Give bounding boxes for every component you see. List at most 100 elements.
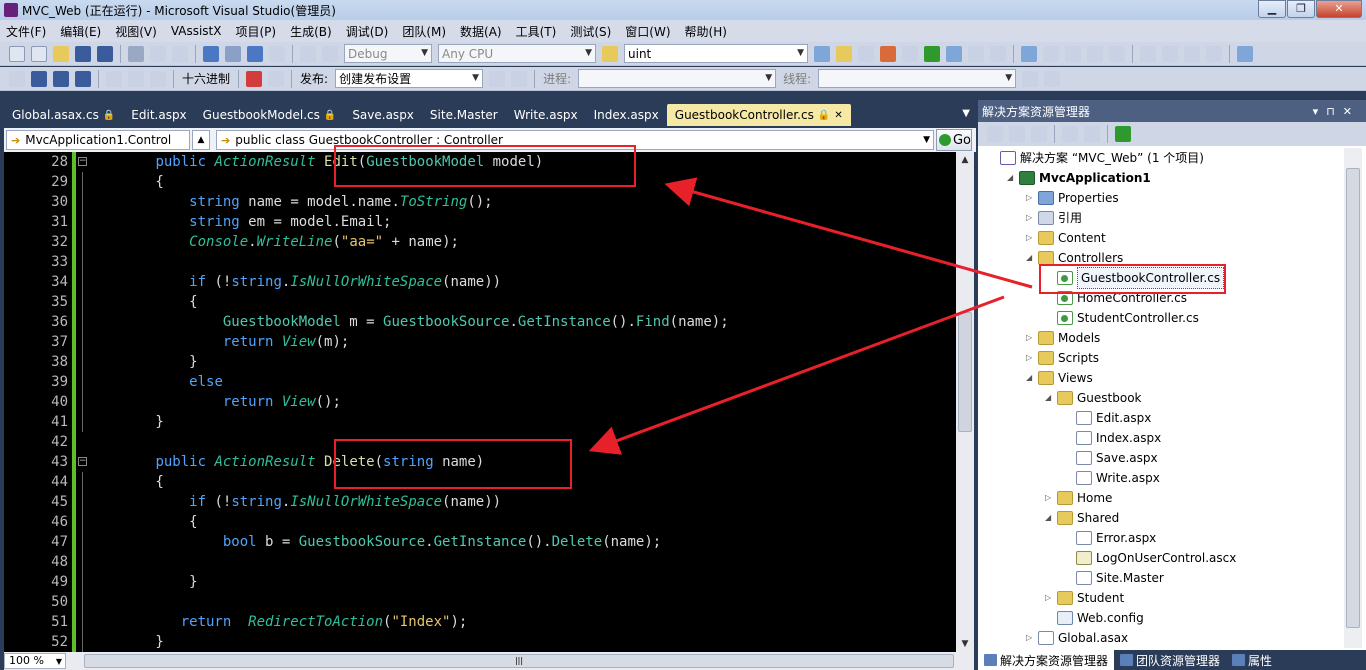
- scroll-thumb[interactable]: [958, 312, 972, 432]
- code-line[interactable]: {: [88, 512, 197, 532]
- collapse-icon[interactable]: −: [78, 457, 87, 466]
- step-icon[interactable]: [322, 45, 338, 62]
- code-line[interactable]: if (!string.IsNullOrWhiteSpace(name)): [88, 492, 501, 512]
- bookmark-icon[interactable]: [1184, 45, 1200, 62]
- break-all-icon[interactable]: [31, 70, 47, 87]
- menu-item-8[interactable]: 数据(A): [460, 23, 502, 40]
- find-combo[interactable]: uint ▼: [624, 44, 808, 63]
- collapsed-arrow-icon[interactable]: ▷: [1026, 208, 1038, 228]
- collapsed-arrow-icon[interactable]: ▷: [1045, 488, 1057, 508]
- tree-item[interactable]: Edit.aspx: [1064, 408, 1151, 428]
- code-line[interactable]: {: [88, 292, 197, 312]
- tree-item[interactable]: ◢ Views: [1026, 368, 1093, 388]
- code-line[interactable]: string em = model.Email;: [88, 212, 391, 232]
- code-line[interactable]: }: [88, 572, 197, 592]
- tree-item[interactable]: ▷ 引用: [1026, 208, 1082, 228]
- flag-thread-icon[interactable]: [1022, 70, 1039, 87]
- hex-button[interactable]: 十六进制: [182, 70, 230, 87]
- tree-item[interactable]: Site.Master: [1064, 568, 1164, 588]
- tab-1[interactable]: Edit.aspx: [123, 104, 194, 126]
- solution-vertical-scrollbar[interactable]: [1344, 148, 1362, 648]
- refresh-icon[interactable]: [1031, 126, 1047, 142]
- asp-net-config-icon[interactable]: [1115, 126, 1131, 142]
- scroll-up-icon[interactable]: ▲: [956, 152, 974, 168]
- toolbox-icon[interactable]: [902, 45, 918, 62]
- start-debugging-icon[interactable]: [300, 45, 316, 62]
- editor-vertical-scrollbar[interactable]: ▲ ▼: [956, 152, 974, 652]
- properties-icon[interactable]: [858, 45, 874, 62]
- menu-item-2[interactable]: 视图(V): [115, 23, 157, 40]
- code-line[interactable]: else: [88, 372, 223, 392]
- tree-item[interactable]: ▷ Scripts: [1026, 348, 1099, 368]
- type-combo-spinner[interactable]: ▲: [192, 130, 210, 150]
- menu-item-0[interactable]: 文件(F): [6, 23, 46, 40]
- menu-item-11[interactable]: 窗口(W): [625, 23, 670, 40]
- tree-item[interactable]: ▷ Models: [1026, 328, 1100, 348]
- add-item-icon[interactable]: [31, 45, 47, 62]
- tree-item[interactable]: Save.aspx: [1064, 448, 1158, 468]
- minimize-button[interactable]: ▁: [1258, 0, 1286, 18]
- collapsed-arrow-icon[interactable]: ▷: [1026, 228, 1038, 248]
- view-code-icon[interactable]: [1062, 126, 1078, 142]
- code-line[interactable]: bool b = GuestbookSource.GetInstance().D…: [88, 532, 661, 552]
- menu-item-3[interactable]: VAssistX: [171, 24, 222, 38]
- menu-item-6[interactable]: 调试(D): [346, 23, 389, 40]
- toolbar-options-icon[interactable]: [990, 45, 1006, 62]
- code-line[interactable]: }: [88, 352, 197, 372]
- thread-combo[interactable]: ▼: [818, 69, 1017, 88]
- tree-item[interactable]: Index.aspx: [1064, 428, 1161, 448]
- cut-icon[interactable]: [128, 45, 144, 62]
- go-button[interactable]: Go: [936, 129, 972, 151]
- format-icon[interactable]: [1206, 45, 1222, 62]
- close-button[interactable]: ✕: [1316, 0, 1362, 18]
- code-line[interactable]: }: [88, 632, 163, 652]
- tree-item[interactable]: ▷ Content: [1026, 228, 1106, 248]
- publish-web-icon[interactable]: [489, 70, 506, 87]
- open-folder-icon[interactable]: [53, 45, 69, 62]
- find-icon[interactable]: [814, 45, 830, 62]
- tool-tab-1[interactable]: 团队资源管理器: [1114, 650, 1226, 670]
- collapse-icon[interactable]: −: [78, 157, 87, 166]
- collapsed-arrow-icon[interactable]: ▷: [1026, 348, 1038, 368]
- platform-combo[interactable]: Any CPU ▼: [438, 44, 596, 63]
- save-all-icon[interactable]: [97, 45, 113, 62]
- tree-item[interactable]: ▷ Global.asax: [1026, 628, 1128, 648]
- continue-icon[interactable]: [9, 70, 25, 87]
- code-line[interactable]: }: [88, 412, 163, 432]
- tree-item[interactable]: ◢ Guestbook: [1045, 388, 1142, 408]
- navigate-forward-icon[interactable]: [269, 45, 285, 62]
- breakpoints-icon[interactable]: [246, 70, 263, 87]
- menu-item-4[interactable]: 项目(P): [235, 23, 276, 40]
- window-icon[interactable]: [1237, 45, 1253, 62]
- tree-item[interactable]: ▷ Properties: [1026, 188, 1119, 208]
- tab-2[interactable]: GuestbookModel.cs 🔒: [195, 104, 345, 126]
- start-page-icon[interactable]: [924, 45, 940, 62]
- copy-icon[interactable]: [150, 45, 166, 62]
- collapsed-arrow-icon[interactable]: ▷: [1026, 188, 1038, 208]
- tree-item[interactable]: Web.config: [1045, 608, 1144, 628]
- tree-item[interactable]: ▷ Home: [1045, 488, 1112, 508]
- properties-icon[interactable]: [987, 126, 1003, 142]
- code-line[interactable]: {: [88, 172, 163, 192]
- tree-item[interactable]: Write.aspx: [1064, 468, 1160, 488]
- code-line[interactable]: GuestbookModel m = GuestbookSource.GetIn…: [88, 312, 729, 332]
- code-line[interactable]: return View();: [88, 392, 341, 412]
- cursor-icon[interactable]: [1065, 45, 1081, 62]
- process-combo[interactable]: ▼: [578, 69, 777, 88]
- menu-item-5[interactable]: 生成(B): [290, 23, 332, 40]
- horizontal-scrollbar[interactable]: |||: [84, 654, 954, 668]
- step-over-icon[interactable]: [150, 70, 166, 87]
- save-icon[interactable]: [75, 45, 91, 62]
- expanded-arrow-icon[interactable]: ◢: [1026, 368, 1038, 388]
- new-project-icon[interactable]: [9, 45, 25, 62]
- undo-icon[interactable]: [203, 45, 219, 62]
- outdent-icon[interactable]: [1162, 45, 1178, 62]
- find-in-files-icon[interactable]: [602, 45, 618, 62]
- stop-debugging-icon[interactable]: [53, 70, 69, 87]
- view-class-diagram-icon[interactable]: [1084, 126, 1100, 142]
- code-line[interactable]: Console.WriteLine("aa=" + name);: [88, 232, 459, 252]
- tree-item[interactable]: ▷ Student: [1045, 588, 1124, 608]
- tree-item[interactable]: Error.aspx: [1064, 528, 1156, 548]
- tab-0[interactable]: Global.asax.cs 🔒: [4, 104, 123, 126]
- paste-icon[interactable]: [172, 45, 188, 62]
